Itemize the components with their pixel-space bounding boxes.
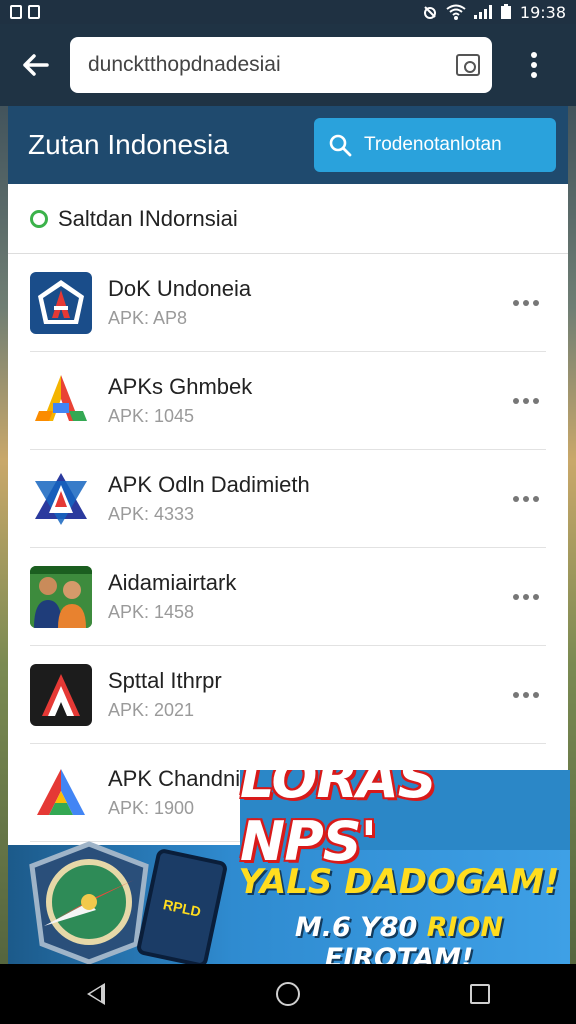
- more-options-button[interactable]: [506, 691, 546, 698]
- ad-banner[interactable]: LORAS NPS' RPLD YALS DADOGAM! M.6 Y80 RI…: [8, 770, 570, 964]
- app-icon: [30, 271, 92, 334]
- app-icon: [30, 565, 92, 628]
- more-options-button[interactable]: [506, 495, 546, 502]
- browser-toolbar: duncktthopdnadesiai: [0, 24, 576, 106]
- clock: 19:38: [519, 2, 566, 22]
- page-title: Zutan Indonesia: [28, 129, 229, 160]
- more-horiz-icon: [513, 691, 519, 698]
- back-button[interactable]: [0, 24, 70, 106]
- ad-headline: LORAS NPS': [240, 770, 437, 873]
- more-options-button[interactable]: [506, 397, 546, 404]
- nav-back-button[interactable]: [66, 969, 126, 1019]
- overflow-menu-button[interactable]: [492, 24, 576, 106]
- search-button-label: Trodenotanlotan: [364, 134, 502, 155]
- status-dot-icon: [30, 209, 48, 228]
- list-item[interactable]: APKs Ghmbek APK: 1045: [30, 352, 546, 450]
- nav-home-button[interactable]: [258, 969, 318, 1019]
- app-name: APK Odln Dadimieth: [108, 472, 310, 497]
- square-recents-icon: [470, 984, 490, 1004]
- phone-graphic-text: RPLD: [161, 896, 203, 920]
- list-item[interactable]: APK Odln Dadimieth APK: 4333: [30, 450, 546, 548]
- section-heading-text: Saltdan INdornsiai: [58, 205, 238, 231]
- app-icon: [30, 369, 92, 432]
- page-content: Zutan Indonesia Trodenotanlotan Saltdan …: [8, 106, 568, 846]
- ad-line-1: YALS DADOGAM!: [238, 862, 560, 902]
- more-options-button[interactable]: [506, 299, 546, 306]
- search-icon: [329, 134, 352, 157]
- more-horiz-icon: [513, 299, 519, 306]
- more-horiz-icon: [513, 397, 519, 404]
- system-nav-bar: [0, 964, 576, 1024]
- triangle-back-icon: [87, 983, 105, 1005]
- app-version: APK: 1458: [108, 602, 195, 622]
- app-version: APK: 1045: [108, 406, 195, 426]
- app-icon: [30, 663, 92, 726]
- ad-highlight-word: RION: [426, 912, 504, 943]
- app-version: APK: 4333: [108, 504, 195, 524]
- search-button[interactable]: Trodenotanlotan: [314, 118, 556, 172]
- wifi-icon: [446, 4, 466, 20]
- circle-home-icon: [276, 982, 300, 1006]
- more-options-button[interactable]: [506, 593, 546, 600]
- arrow-left-icon: [23, 54, 49, 76]
- app-name: APKs Ghmbek: [108, 374, 253, 399]
- compass-icon: [29, 841, 149, 964]
- battery-icon: [500, 4, 511, 19]
- nav-recents-button[interactable]: [450, 969, 510, 1019]
- page-header: Zutan Indonesia Trodenotanlotan: [8, 106, 568, 184]
- notification-icon: [10, 5, 22, 19]
- address-bar[interactable]: duncktthopdnadesiai: [70, 37, 492, 93]
- more-horiz-icon: [513, 495, 519, 502]
- gallery-icon: [28, 5, 40, 19]
- app-list: DoK Undoneia APK: AP8 APKs Ghmbek APK: 1…: [8, 254, 568, 842]
- app-name: DoK Undoneia: [108, 276, 252, 301]
- list-item[interactable]: Spttal Ithrpr APK: 2021: [30, 646, 546, 744]
- ad-line-2: M.6 Y80 RION EIROTAM!: [294, 912, 504, 964]
- list-item[interactable]: DoK Undoneia APK: AP8: [30, 254, 546, 352]
- app-version: APK: 2021: [108, 700, 195, 720]
- status-bar: 19:38: [0, 0, 576, 24]
- alarm-icon: [423, 6, 436, 19]
- signal-icon: [473, 5, 492, 19]
- list-item[interactable]: Aidamiairtark APK: 1458: [30, 548, 546, 646]
- app-name: Aidamiairtark: [108, 570, 237, 595]
- more-horiz-icon: [513, 593, 519, 600]
- app-icon: [30, 467, 92, 530]
- ad-headline-box: LORAS NPS': [240, 770, 570, 873]
- section-heading: Saltdan INdornsiai: [8, 184, 568, 254]
- more-vert-icon: [531, 52, 537, 58]
- url-text: duncktthopdnadesiai: [88, 53, 281, 76]
- tab-switcher-icon[interactable]: [456, 54, 480, 76]
- app-version: APK: AP8: [108, 308, 188, 328]
- app-name: Spttal Ithrpr: [108, 668, 222, 693]
